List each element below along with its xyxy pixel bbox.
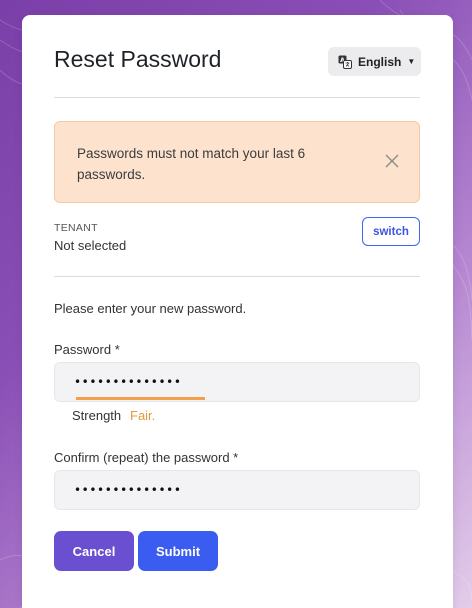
password-label: Password *: [54, 342, 120, 357]
tenant-label: TENANT: [54, 222, 98, 234]
strength-label: Strength: [72, 408, 122, 423]
reset-password-card: Reset Password A English ▼ Passwords mus…: [22, 15, 453, 608]
tenant-value: Not selected: [54, 238, 127, 253]
strength-meter: [76, 397, 205, 400]
password-value: ••••••••••••••: [74, 375, 182, 389]
alert-message: Passwords must not match your last 6 pas…: [77, 146, 306, 182]
header-divider: [54, 97, 420, 98]
switch-tenant-button[interactable]: switch: [362, 217, 420, 246]
confirm-password-label: Confirm (repeat) the password *: [54, 450, 239, 465]
strength-value: Fair.: [130, 408, 156, 423]
page-title: Reset Password: [54, 46, 222, 72]
tenant-divider: [54, 276, 420, 277]
close-icon[interactable]: [385, 154, 399, 168]
chevron-down-icon: ▼: [407, 57, 416, 66]
strength-meter-fill: [76, 397, 205, 400]
language-label: English: [358, 54, 402, 69]
submit-button[interactable]: Submit: [138, 531, 218, 571]
instruction-text: Please enter your new password.: [54, 301, 247, 316]
password-input[interactable]: ••••••••••••••: [54, 362, 420, 402]
warning-alert: Passwords must not match your last 6 pas…: [54, 121, 420, 203]
confirm-password-input[interactable]: ••••••••••••••: [54, 470, 420, 510]
language-selector[interactable]: A English ▼: [328, 47, 421, 76]
cancel-button[interactable]: Cancel: [54, 531, 134, 571]
confirm-password-value: ••••••••••••••: [74, 483, 182, 497]
translate-icon: A: [338, 55, 352, 69]
